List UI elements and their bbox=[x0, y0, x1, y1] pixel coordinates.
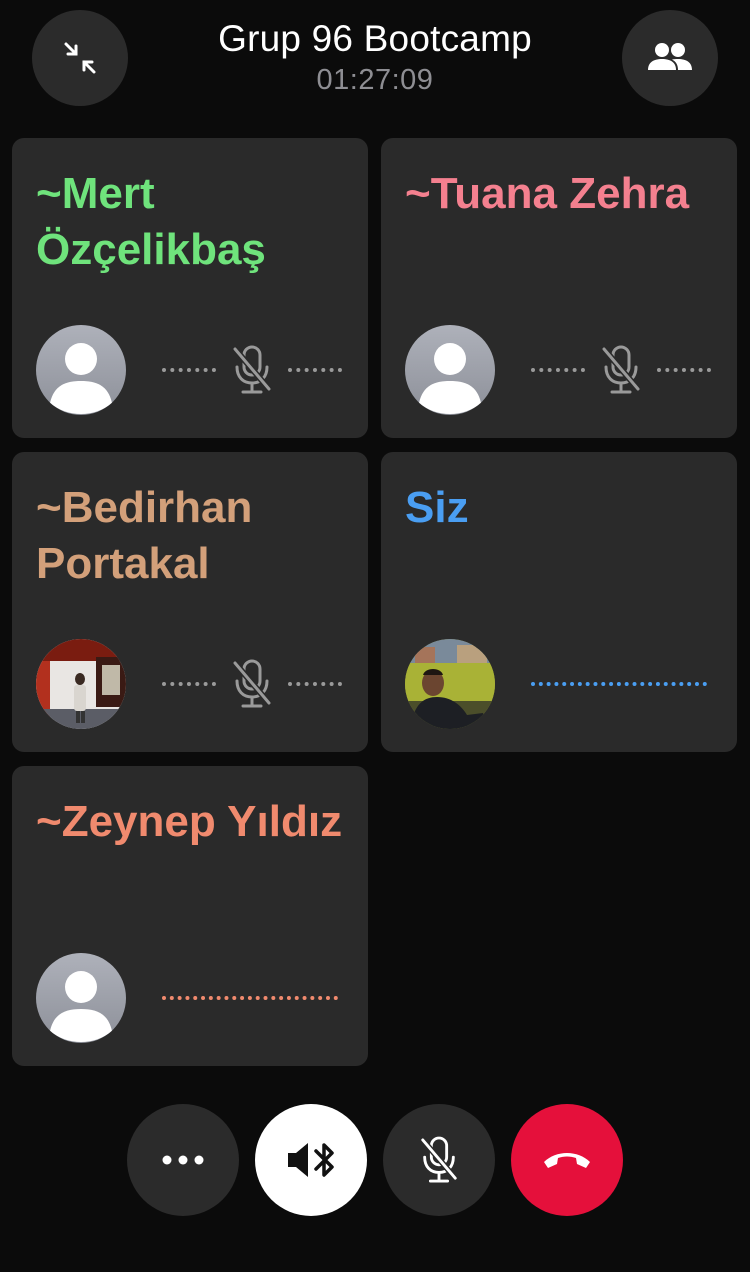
participant-name: ~Bedirhan Portakal bbox=[36, 483, 253, 588]
participant-name: ~Tuana Zehra bbox=[405, 169, 690, 218]
end-call-button[interactable] bbox=[511, 1104, 623, 1216]
audio-activity-indicator bbox=[531, 682, 707, 686]
photo-avatar bbox=[36, 639, 126, 729]
muted-indicator bbox=[162, 343, 342, 397]
participant-name: ~Zeynep Yıldız bbox=[36, 797, 343, 846]
mic-off-icon bbox=[232, 659, 272, 708]
group-call-screen: Grup 96 Bootcamp 01:27:09 ~Mert Özçelikb… bbox=[0, 0, 750, 1272]
end-call-icon bbox=[544, 1153, 590, 1168]
audio-output-button[interactable] bbox=[255, 1104, 367, 1216]
muted-indicator bbox=[531, 343, 711, 397]
mic-off-icon bbox=[601, 345, 641, 394]
mic-off-icon bbox=[232, 345, 272, 394]
participants-button[interactable] bbox=[622, 10, 718, 106]
participant-name: Siz bbox=[405, 483, 469, 532]
minimize-call-button[interactable] bbox=[32, 10, 128, 106]
call-title: Grup 96 Bootcamp bbox=[218, 18, 532, 59]
participant-tile-mert[interactable]: ~Mert Özçelikbaş bbox=[12, 138, 368, 438]
participant-tile-tuana[interactable]: ~Tuana Zehra bbox=[381, 138, 737, 438]
muted-indicator bbox=[162, 657, 342, 711]
more-icon bbox=[162, 1155, 204, 1165]
speaker-bluetooth-icon bbox=[288, 1143, 334, 1177]
default-avatar-icon bbox=[405, 325, 495, 415]
mute-button[interactable] bbox=[383, 1104, 495, 1216]
call-timer: 01:27:09 bbox=[316, 64, 434, 96]
collapse-arrows-icon bbox=[64, 42, 96, 74]
participant-name: ~Mert Özçelikbaş bbox=[36, 169, 266, 274]
people-icon bbox=[648, 43, 692, 70]
photo-avatar bbox=[405, 639, 495, 729]
mic-off-icon bbox=[419, 1136, 459, 1183]
participant-tile-zeynep[interactable]: ~Zeynep Yıldız bbox=[12, 766, 368, 1066]
participant-tile-self[interactable]: Siz bbox=[381, 452, 737, 752]
more-options-button[interactable] bbox=[127, 1104, 239, 1216]
participant-tile-bedirhan[interactable]: ~Bedirhan Portakal bbox=[12, 452, 368, 752]
default-avatar-icon bbox=[36, 953, 126, 1043]
default-avatar-icon bbox=[36, 325, 126, 415]
audio-activity-indicator bbox=[162, 996, 338, 1000]
